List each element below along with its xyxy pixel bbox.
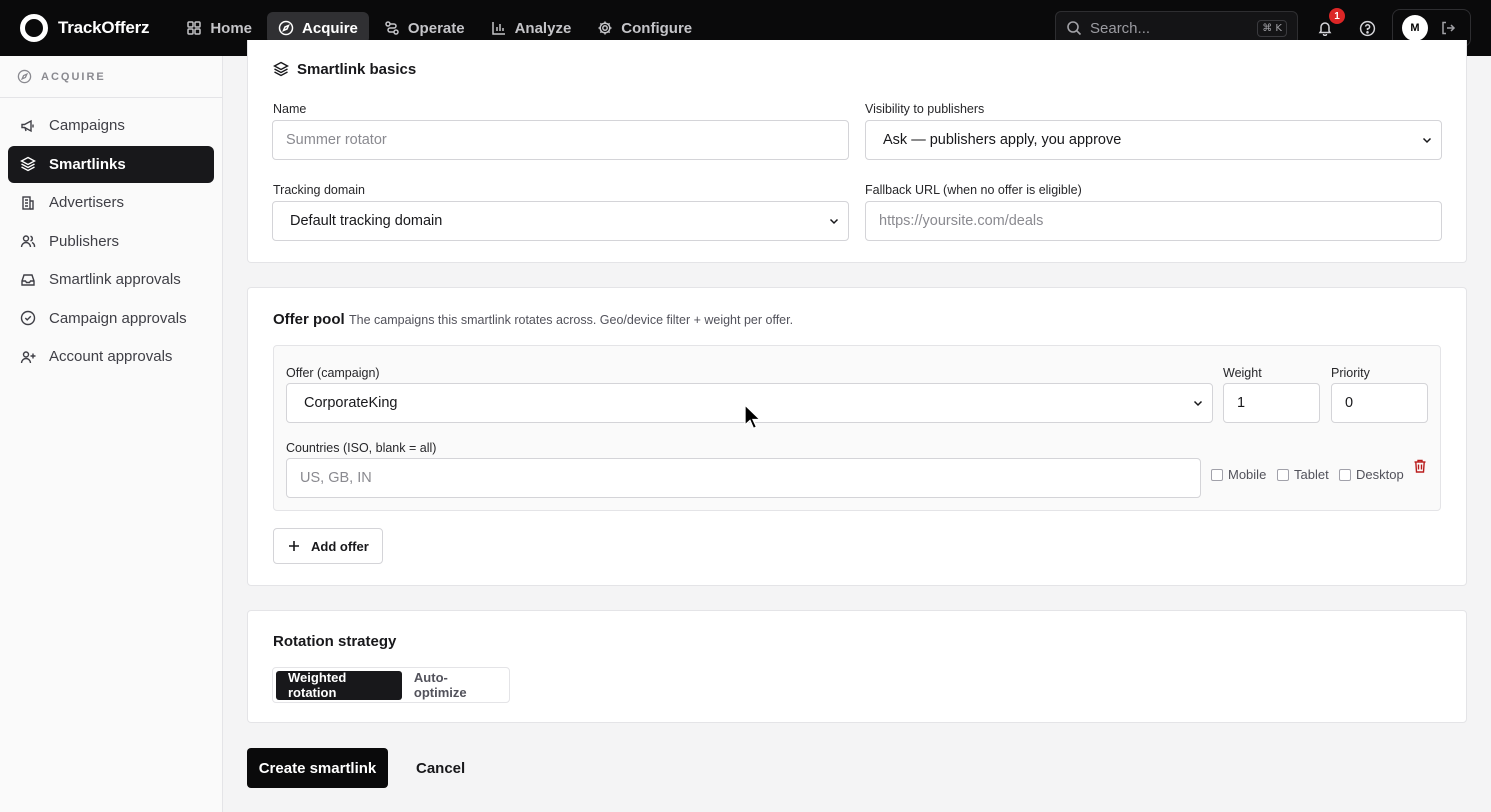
sidebar-item-label: Publishers: [49, 232, 120, 250]
trash-icon[interactable]: [1412, 458, 1428, 474]
name-label: Name: [273, 102, 307, 116]
search-placeholder: Search...: [1090, 19, 1151, 37]
sidebar-item-label: Campaign approvals: [49, 309, 187, 327]
route-icon: [385, 21, 399, 35]
offer-pool-description: The campaigns this smartlink rotates acr…: [349, 313, 794, 327]
nav-home-label: Home: [210, 19, 253, 37]
chevron-down-icon: [829, 218, 839, 225]
fallback-url-label: Fallback URL (when no offer is eligible): [865, 183, 1082, 197]
create-smartlink-button[interactable]: Create smartlink: [247, 748, 388, 788]
brand[interactable]: TrackOfferz: [20, 14, 150, 42]
sidebar-item-smartlink-approvals[interactable]: Smartlink approvals: [8, 261, 214, 298]
plus-icon: [289, 541, 299, 551]
nav-configure-label: Configure: [621, 19, 693, 37]
offer-pool-title: Offer pool: [273, 311, 345, 328]
brand-name: TrackOfferz: [58, 18, 150, 37]
device-mobile-checkbox[interactable]: Mobile: [1211, 467, 1266, 482]
gear-icon: [598, 21, 612, 35]
mouse-cursor-icon: [744, 404, 762, 430]
offer-label: Offer (campaign): [286, 366, 380, 380]
sidebar-item-account-approvals[interactable]: Account approvals: [8, 338, 214, 375]
sidebar-item-label: Account approvals: [49, 348, 173, 365]
sidebar-list: Campaigns Smartlinks Advertisers Publish…: [0, 98, 222, 386]
offer-value: CorporateKing: [304, 395, 398, 411]
brand-logo-icon: [20, 14, 48, 42]
sidebar-section-header: ACQUIRE: [0, 56, 222, 98]
chevron-down-icon: [1422, 137, 1432, 144]
grid-icon: [187, 21, 202, 35]
sidebar-item-publishers[interactable]: Publishers: [8, 223, 214, 260]
building-icon: [22, 195, 34, 210]
search-icon: [1067, 21, 1082, 36]
visibility-value: Ask — publishers apply, you approve: [883, 132, 1122, 148]
rotation-toggle: Weighted rotation Auto-optimize: [272, 667, 510, 703]
sidebar-item-campaign-approvals[interactable]: Campaign approvals: [8, 300, 214, 337]
nav-operate-label: Operate: [407, 19, 465, 37]
layers-icon: [273, 61, 289, 77]
priority-input[interactable]: 0: [1331, 383, 1428, 423]
add-offer-button[interactable]: Add offer: [273, 528, 383, 564]
compass-icon: [17, 69, 32, 84]
help-circle-icon: [1359, 20, 1375, 36]
smartlink-basics-title: Smartlink basics: [297, 61, 417, 78]
auto-optimize-option[interactable]: Auto-optimize: [402, 670, 506, 700]
nav-analyze-label: Analyze: [514, 19, 572, 37]
weighted-rotation-option[interactable]: Weighted rotation: [276, 670, 402, 700]
bell-icon: [1318, 22, 1332, 36]
inbox-icon: [21, 273, 35, 286]
sidebar-item-label: Smartlinks: [49, 155, 126, 173]
checkbox-box: [1211, 468, 1223, 481]
visibility-select[interactable]: Ask — publishers apply, you approve: [865, 120, 1442, 160]
chevron-down-icon: [1193, 400, 1203, 407]
rotation-strategy-title: Rotation strategy: [273, 633, 397, 650]
logout-icon[interactable]: [1440, 20, 1456, 36]
help-button[interactable]: [1355, 16, 1379, 40]
visibility-label: Visibility to publishers: [865, 102, 985, 116]
device-tablet-checkbox[interactable]: Tablet: [1277, 467, 1329, 482]
tracking-domain-label: Tracking domain: [273, 183, 365, 197]
add-offer-label: Add offer: [311, 538, 369, 554]
cancel-button[interactable]: Cancel: [416, 760, 465, 777]
device-desktop-checkbox[interactable]: Desktop: [1339, 467, 1404, 482]
notification-badge: 1: [1329, 8, 1345, 24]
megaphone-icon: [21, 119, 34, 132]
sidebar-item-advertisers[interactable]: Advertisers: [8, 184, 214, 221]
users-icon: [20, 235, 36, 248]
search-shortcut: ⌘ K: [1257, 19, 1287, 37]
tracking-domain-select[interactable]: Default tracking domain: [272, 201, 849, 241]
sidebar-item-label: Smartlink approvals: [49, 271, 181, 288]
sidebar-item-label: Campaigns: [49, 117, 125, 134]
nav-acquire-label: Acquire: [302, 19, 358, 37]
tracking-domain-value: Default tracking domain: [290, 213, 443, 229]
sidebar-section-label: ACQUIRE: [41, 70, 106, 83]
user-plus-icon: [20, 350, 36, 363]
device-mobile-label: Mobile: [1228, 467, 1267, 482]
compass-icon: [278, 20, 294, 36]
weight-input[interactable]: 1: [1223, 383, 1320, 423]
countries-label: Countries (ISO, blank = all): [286, 441, 437, 455]
avatar[interactable]: M: [1402, 15, 1428, 41]
checkbox-box: [1277, 468, 1289, 481]
sidebar-item-smartlinks[interactable]: Smartlinks: [8, 145, 214, 183]
priority-label: Priority: [1331, 366, 1370, 380]
bar-chart-icon: [491, 22, 505, 35]
name-input[interactable]: Summer rotator: [272, 120, 849, 160]
layers-icon: [20, 156, 36, 172]
sidebar-item-campaigns[interactable]: Campaigns: [8, 107, 214, 144]
device-tablet-label: Tablet: [1294, 467, 1329, 482]
checkbox-box: [1339, 468, 1351, 481]
device-desktop-label: Desktop: [1356, 467, 1404, 482]
fallback-url-input[interactable]: https://yoursite.com/deals: [865, 201, 1442, 241]
sidebar-item-label: Advertisers: [49, 194, 125, 211]
countries-input[interactable]: US, GB, IN: [286, 458, 1201, 498]
weight-label: Weight: [1223, 366, 1262, 380]
check-circle-icon: [20, 310, 36, 326]
sidebar: ACQUIRE Campaigns Smartlinks Advertisers…: [0, 56, 223, 812]
